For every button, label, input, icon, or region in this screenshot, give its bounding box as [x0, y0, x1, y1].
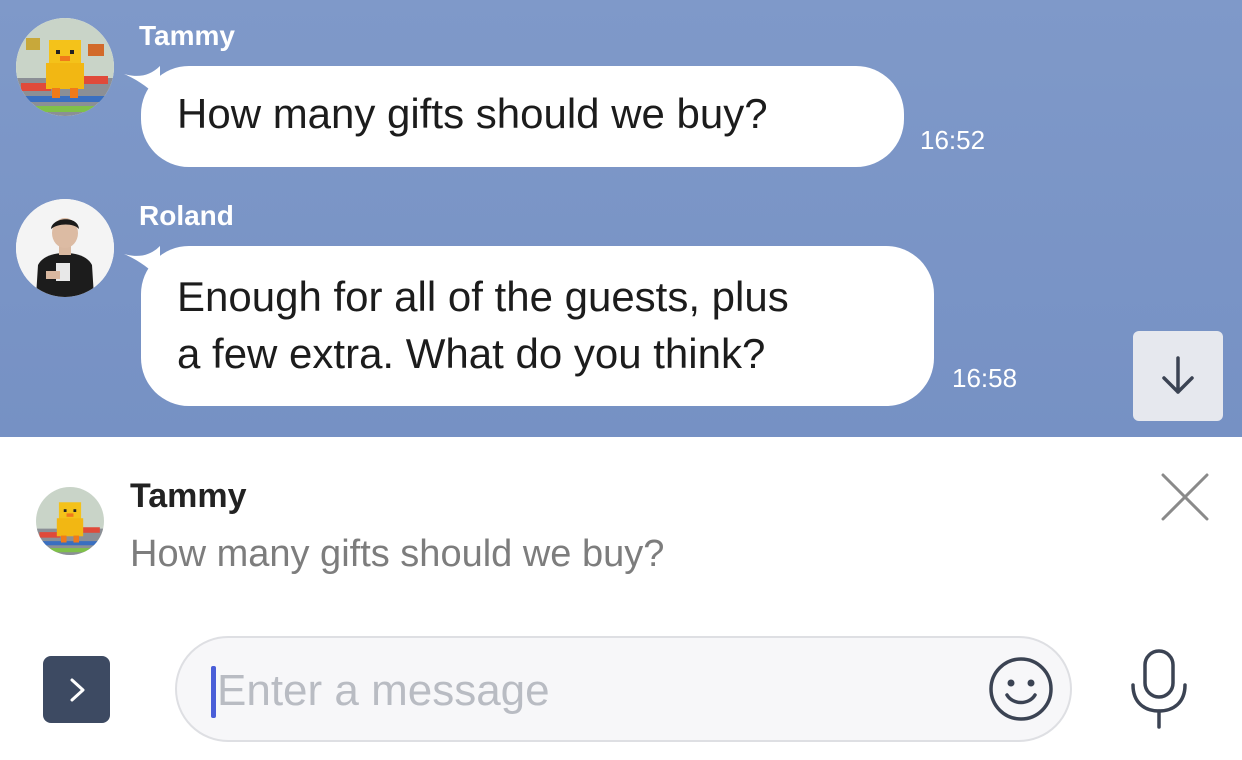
- tammy-avatar[interactable]: [16, 18, 114, 116]
- emoji-button[interactable]: [987, 655, 1055, 723]
- message-bubble[interactable]: How many gifts should we buy?: [141, 66, 904, 167]
- message-text: How many gifts should we buy?: [177, 90, 768, 137]
- roland-avatar[interactable]: [16, 199, 114, 297]
- reply-avatar: [36, 487, 104, 555]
- close-icon: [1161, 473, 1209, 521]
- text-caret: [211, 666, 216, 718]
- sender-name: Roland: [139, 200, 234, 231]
- message-text-line: a few extra. What do you think?: [177, 330, 766, 377]
- yellow-duck-avatar-icon: [36, 487, 104, 555]
- man-in-black-tshirt-avatar-icon: [16, 199, 114, 297]
- message-input-placeholder: Enter a message: [217, 666, 550, 715]
- microphone-icon: [1131, 649, 1187, 729]
- close-reply-button[interactable]: [1155, 467, 1215, 527]
- smiley-icon: [989, 657, 1053, 721]
- message-time: 16:52: [920, 125, 986, 155]
- expand-menu-button[interactable]: [43, 656, 110, 723]
- arrow-down-icon: [1162, 356, 1194, 394]
- chevron-right-icon: [70, 678, 84, 701]
- chat-message-area[interactable]: Tammy How many gifts should we buy? 16:5…: [0, 0, 1242, 437]
- message-input-bar: Enter a message: [0, 607, 1242, 760]
- message-text-line: Enough for all of the guests, plus: [177, 273, 789, 320]
- message-time: 16:58: [952, 363, 1018, 393]
- yellow-duck-avatar-icon: [16, 18, 114, 116]
- microphone-button[interactable]: [1125, 647, 1193, 731]
- message-bubble[interactable]: Enough for all of the guests, plus a few…: [141, 246, 934, 406]
- reply-preview-panel: Tammy How many gifts should we buy?: [0, 437, 1242, 607]
- message-input[interactable]: Enter a message: [175, 636, 1072, 742]
- reply-message-text: How many gifts should we buy?: [130, 533, 665, 575]
- sender-name: Tammy: [139, 20, 235, 51]
- scroll-down-button[interactable]: [1133, 331, 1223, 421]
- reply-sender-name: Tammy: [130, 477, 247, 515]
